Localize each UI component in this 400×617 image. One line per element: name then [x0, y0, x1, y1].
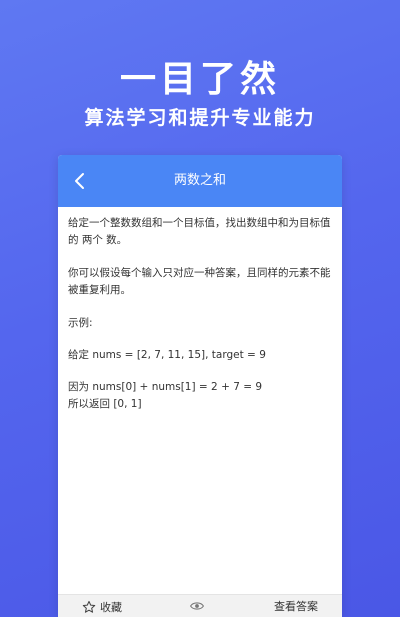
view-answer-button[interactable]: 查看答案 [274, 598, 318, 615]
eye-icon[interactable] [190, 600, 204, 612]
phone-screen: 两数之和 给定一个整数数组和一个目标值，找出数组中和为目标值的 两个 数。 你可… [58, 155, 342, 617]
app-header: 两数之和 [58, 155, 342, 207]
example-output: 所以返回 [0, 1] [68, 398, 142, 410]
problem-assumption: 你可以假设每个输入只对应一种答案，且同样的元素不能被重复利用。 [68, 267, 331, 296]
hero-title: 一目了然 [119, 59, 280, 100]
back-button[interactable] [66, 167, 94, 195]
example-input: 给定 nums = [2, 7, 11, 15], target = 9 [68, 349, 266, 361]
hero-subtitle: 算法学习和提升专业能力 [84, 107, 316, 129]
favorite-button[interactable]: 收藏 [82, 598, 122, 615]
chevron-left-icon [75, 173, 84, 189]
example-label: 示例: [68, 317, 93, 329]
star-outline-icon [82, 600, 96, 613]
bottom-bar: 收藏 查看答案 [58, 594, 342, 617]
favorite-label: 收藏 [100, 600, 122, 614]
example-explanation: 因为 nums[0] + nums[1] = 2 + 7 = 9 [68, 381, 263, 393]
problem-description: 给定一个整数数组和一个目标值，找出数组中和为目标值的 两个 数。 [68, 217, 331, 246]
page-title: 两数之和 [173, 173, 226, 188]
